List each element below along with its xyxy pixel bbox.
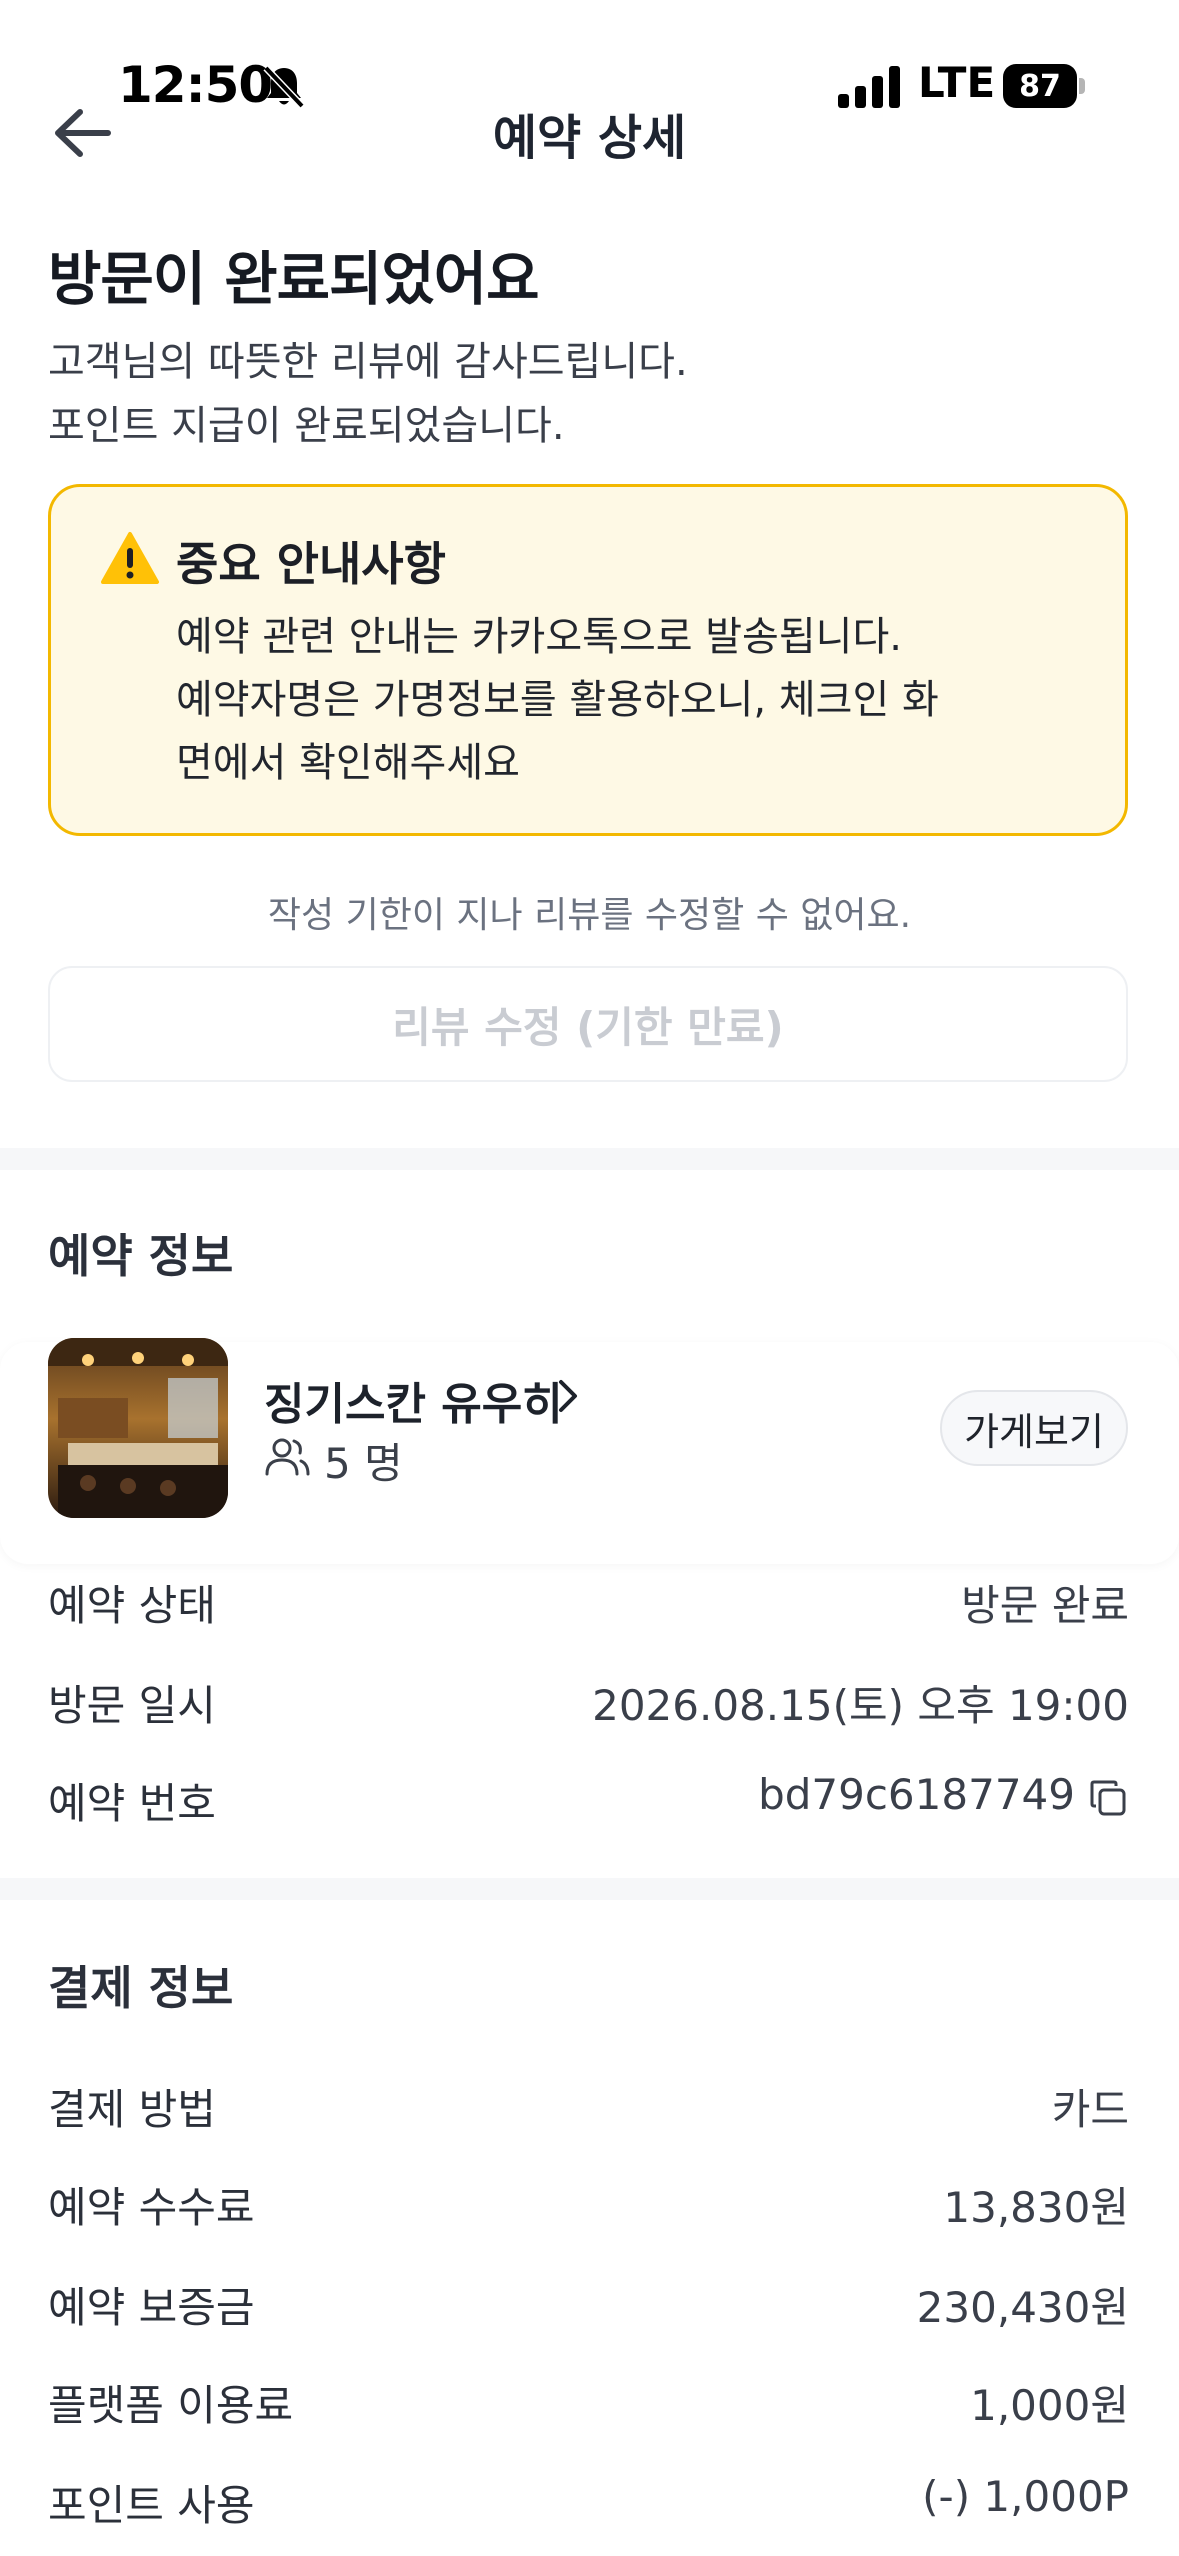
reservation-fee-label: 예약 수수료: [48, 2183, 255, 2232]
visit-datetime-label: 방문 일시: [48, 1681, 216, 1730]
section-divider: [0, 1148, 1179, 1170]
platform-fee-value: 1,000원: [970, 2381, 1129, 2430]
warning-icon: [101, 532, 159, 584]
notice-title: 중요 안내사항: [176, 537, 446, 591]
party-size: 5 명: [324, 1439, 403, 1488]
status-value: 방문 완료: [961, 1581, 1129, 1630]
section-divider: [0, 1878, 1179, 1900]
payment-section-title: 결제 정보: [48, 1961, 234, 2015]
store-name-link[interactable]: 징기스칸 유우히: [264, 1368, 563, 1432]
notice-line-3: 면에서 확인해주세요: [176, 740, 520, 786]
deposit-value: 230,430원: [916, 2283, 1129, 2332]
points-used-label: 포인트 사용: [48, 2481, 255, 2530]
review-deadline-text: 작성 기한이 지나 리뷰를 수정할 수 없어요.: [267, 895, 912, 936]
visit-datetime-value: 2026.08.15(토) 오후 19:00: [592, 1681, 1129, 1730]
people-icon: [265, 1438, 310, 1476]
deposit-label: 예약 보증금: [48, 2283, 255, 2332]
chevron-right-icon[interactable]: [556, 1378, 580, 1414]
completion-message: 고객님의 따뜻한 리뷰에 감사드립니다. 포인트 지급이 완료되었습니다.: [48, 330, 688, 458]
status-label: 예약 상태: [48, 1581, 216, 1630]
completion-heading: 방문이 완료되었어요: [48, 245, 539, 313]
copy-icon[interactable]: [1088, 1778, 1128, 1818]
subtitle-line-2: 포인트 지급이 완료되었습니다.: [48, 403, 565, 449]
reservation-number-value: bd79c6187749: [758, 1770, 1075, 1819]
points-used-value: (-) 1,000P: [922, 2472, 1129, 2521]
reservation-number-label: 예약 번호: [48, 1779, 216, 1828]
platform-fee-label: 플랫폼 이용료: [48, 2381, 294, 2430]
notice-line-1: 예약 관련 안내는 카카오톡으로 발송됩니다.: [176, 614, 902, 660]
edit-review-button[interactable]: 리뷰 수정 (기한 만료): [48, 966, 1128, 1082]
page-title: 예약 상세: [492, 110, 687, 166]
store-photo[interactable]: [48, 1338, 228, 1518]
reservation-section-title: 예약 정보: [48, 1229, 234, 1283]
subtitle-line-1: 고객님의 따뜻한 리뷰에 감사드립니다.: [48, 339, 688, 385]
notice-line-2: 예약자명은 가명정보를 활용하오니, 체크인 화: [176, 677, 939, 723]
view-store-button[interactable]: 가게보기: [940, 1390, 1128, 1466]
payment-method-value: 카드: [1051, 2085, 1129, 2134]
payment-method-label: 결제 방법: [48, 2085, 216, 2134]
reservation-fee-value: 13,830원: [943, 2183, 1129, 2232]
notice-body: 예약 관련 안내는 카카오톡으로 발송됩니다. 예약자명은 가명정보를 활용하오…: [176, 606, 1036, 795]
